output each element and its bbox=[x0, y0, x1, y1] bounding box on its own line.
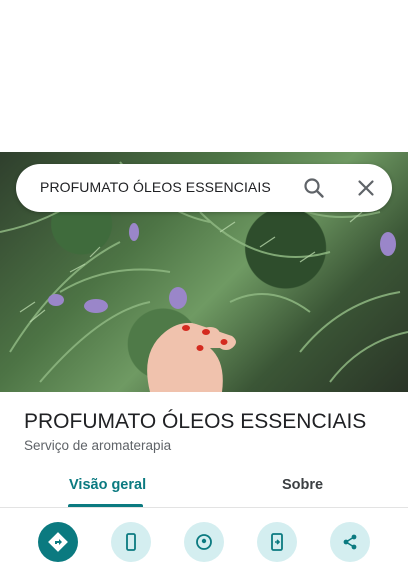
share-icon bbox=[343, 534, 357, 550]
tabs-divider bbox=[0, 507, 408, 508]
directions-button[interactable] bbox=[38, 522, 78, 562]
nearby-button[interactable] bbox=[184, 522, 224, 562]
share-button[interactable] bbox=[330, 522, 370, 562]
place-title: PROFUMATO ÓLEOS ESSENCIAIS bbox=[24, 410, 367, 433]
tab-overview[interactable]: Visão geral bbox=[69, 477, 146, 493]
place-category: Serviço de aromaterapia bbox=[24, 438, 172, 453]
call-button[interactable] bbox=[111, 522, 151, 562]
close-icon[interactable] bbox=[355, 177, 377, 199]
map-area-blank bbox=[0, 0, 408, 152]
search-bar[interactable]: PROFUMATO ÓLEOS ESSENCIAIS bbox=[16, 164, 392, 212]
tab-about[interactable]: Sobre bbox=[282, 477, 323, 493]
send-to-phone-icon bbox=[271, 533, 283, 551]
search-icon[interactable] bbox=[303, 177, 325, 199]
send-to-phone-button[interactable] bbox=[257, 522, 297, 562]
phone-icon bbox=[126, 533, 136, 551]
nearby-icon bbox=[196, 534, 212, 550]
search-input[interactable]: PROFUMATO ÓLEOS ESSENCIAIS bbox=[40, 179, 271, 195]
directions-icon bbox=[48, 532, 68, 552]
